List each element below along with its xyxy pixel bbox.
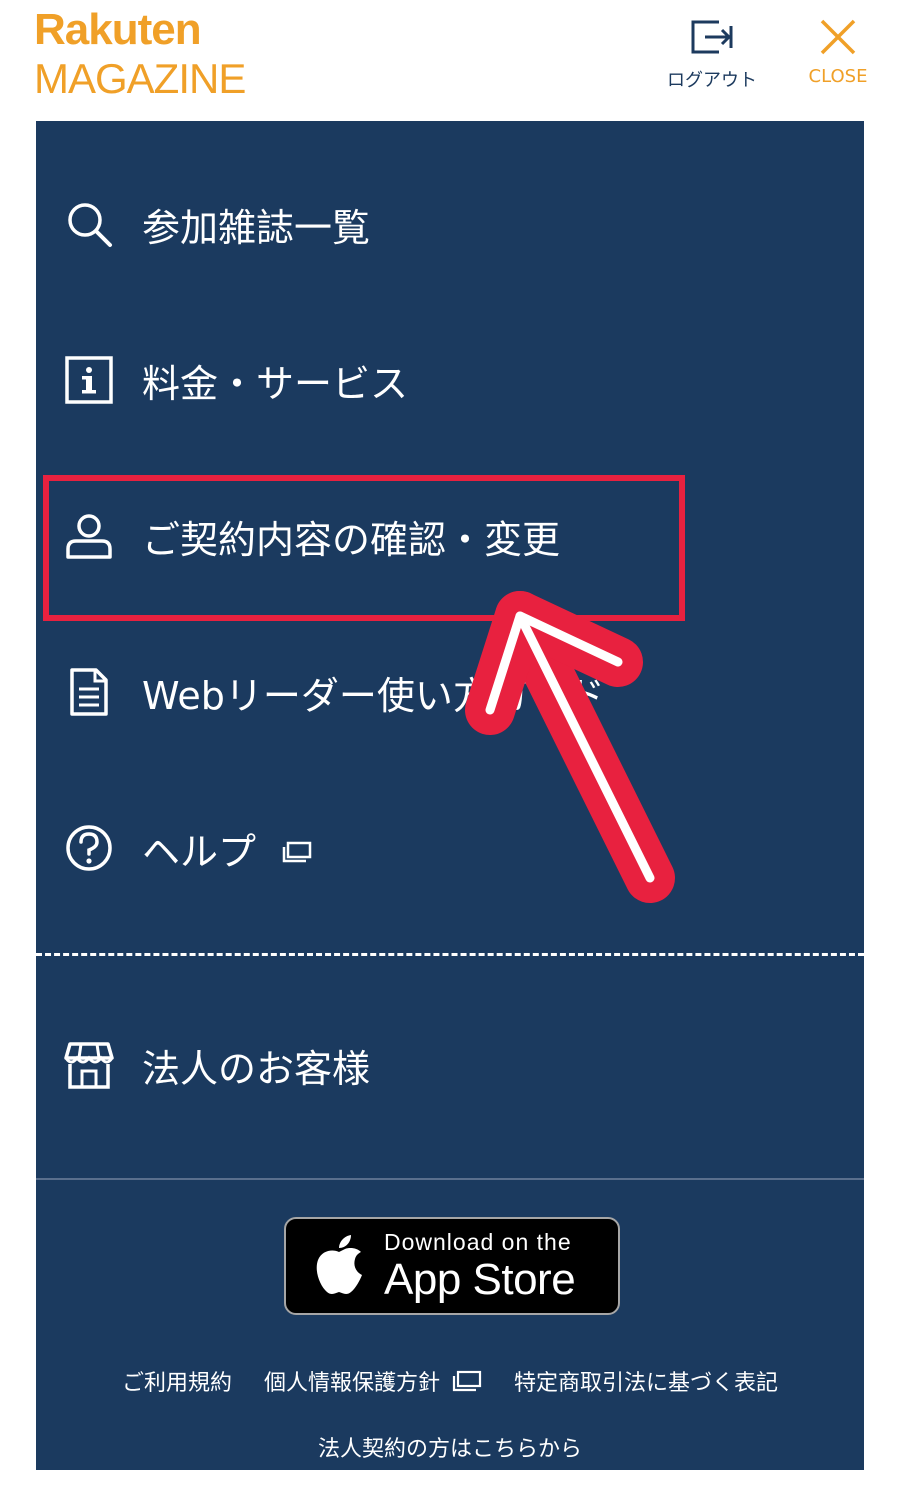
menu-divider-solid <box>36 1178 864 1180</box>
logout-icon <box>691 20 733 54</box>
corporate-contract-link[interactable]: 法人契約の方はこちらから <box>36 1431 864 1463</box>
close-label: CLOSE <box>808 66 868 87</box>
menu-item-magazine-list[interactable]: 参加雑誌一覧 <box>36 174 864 274</box>
menu-item-contract-details[interactable]: ご契約内容の確認・変更 <box>36 486 864 586</box>
footer-links: ご利用規約 個人情報保護方針 特定商取引法に基づく表記 <box>36 1365 864 1397</box>
logout-button[interactable]: ログアウト <box>662 18 762 92</box>
menu-item-label: 参加雑誌一覧 <box>142 205 371 250</box>
rakuten-magazine-logo[interactable]: Rakuten MAGAZINE <box>34 5 246 102</box>
app-store-small-text: Download on the <box>384 1228 572 1255</box>
menu-item-help[interactable]: ヘルプ <box>36 798 864 898</box>
menu-item-pricing-service[interactable]: 料金・サービス <box>36 330 864 430</box>
privacy-policy-label: 個人情報保護方針 <box>263 1371 440 1396</box>
app-store-text: Download on the App Store <box>384 1228 576 1304</box>
external-link-icon <box>282 841 312 863</box>
menu-item-label: Webリーダー使い方ガイド <box>142 673 605 718</box>
external-link-icon <box>452 1370 482 1392</box>
store-icon <box>64 1042 114 1089</box>
document-icon <box>70 668 108 716</box>
help-icon <box>66 825 112 871</box>
menu-item-corporate[interactable]: 法人のお客様 <box>36 1015 864 1115</box>
close-button[interactable]: CLOSE <box>796 18 880 87</box>
close-icon <box>820 19 856 55</box>
header: Rakuten MAGAZINE ログアウト CLOSE <box>0 0 900 121</box>
menu-item-label: ご契約内容の確認・変更 <box>142 517 561 562</box>
menu-item-web-reader-guide[interactable]: Webリーダー使い方ガイド <box>36 642 864 742</box>
app-store-badge[interactable]: Download on the App Store <box>284 1217 620 1315</box>
terms-link[interactable]: ご利用規約 <box>122 1365 232 1397</box>
menu-divider-dashed <box>36 953 864 956</box>
privacy-policy-link[interactable]: 個人情報保護方針 <box>264 1365 482 1397</box>
user-icon <box>66 514 112 559</box>
logo-line1: Rakuten <box>34 5 202 54</box>
search-icon <box>68 203 112 247</box>
menu-item-label: 料金・サービス <box>142 361 409 406</box>
apple-logo-icon <box>316 1235 362 1295</box>
info-icon <box>65 356 113 404</box>
menu-panel: 参加雑誌一覧 料金・サービス ご契約内容の確認・変更 Webリーダー使い方ガイド <box>36 121 864 1470</box>
commerce-law-link[interactable]: 特定商取引法に基づく表記 <box>514 1365 778 1397</box>
app-store-big-text: App Store <box>384 1254 576 1304</box>
menu-item-label: ヘルプ <box>142 829 257 874</box>
logo-line2: MAGAZINE <box>34 55 246 102</box>
menu-item-label: 法人のお客様 <box>142 1046 371 1091</box>
logout-label: ログアウト <box>667 70 757 91</box>
